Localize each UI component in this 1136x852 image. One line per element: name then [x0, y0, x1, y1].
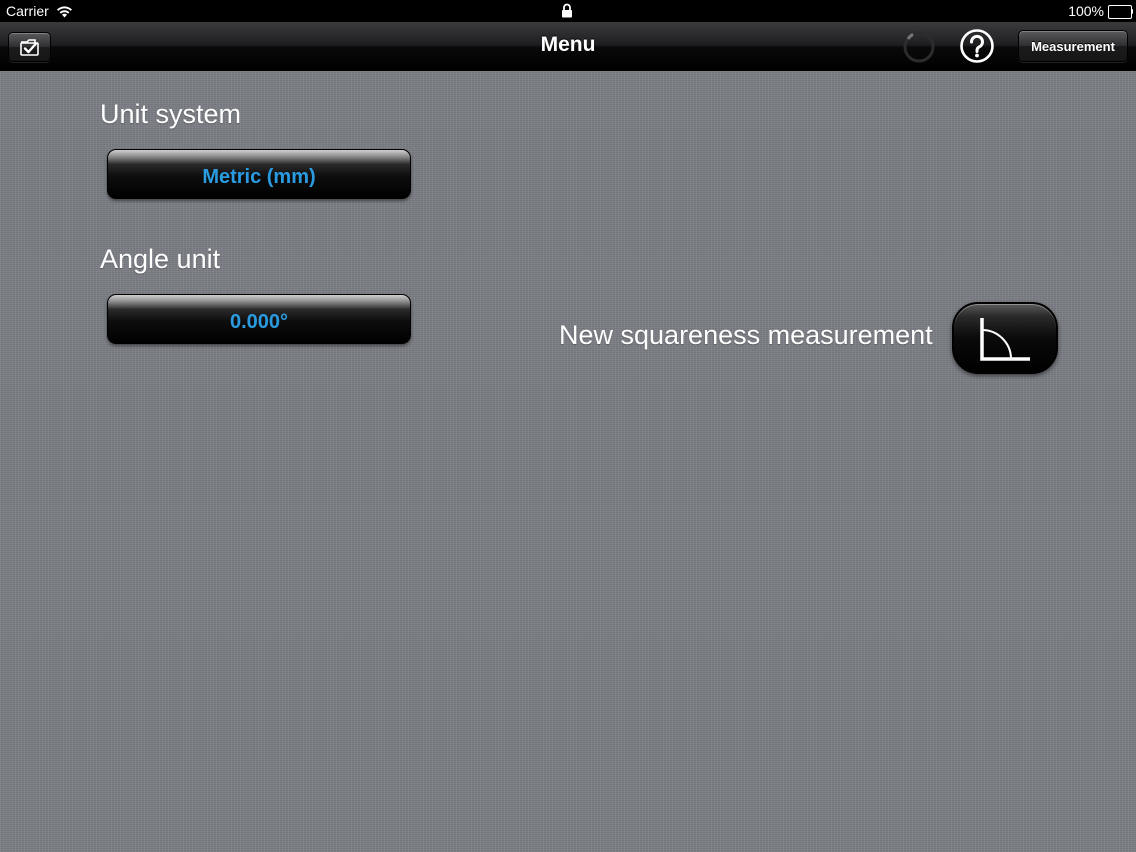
angle-unit-select[interactable]: 0.000°	[107, 294, 411, 344]
battery-icon	[1108, 5, 1133, 19]
new-squareness-label: New squareness measurement	[559, 320, 933, 350]
status-bar: Carrier 100%	[0, 0, 1136, 22]
battery-percent: 100%	[1068, 3, 1104, 19]
carrier-label: Carrier	[6, 3, 49, 19]
new-squareness-button[interactable]	[952, 302, 1058, 374]
lock-icon	[561, 3, 573, 18]
wifi-icon	[56, 5, 73, 18]
status-right: 100%	[1068, 3, 1133, 19]
activity-spinner-icon	[903, 31, 935, 63]
angle-unit-label: Angle unit	[100, 244, 221, 274]
status-left: Carrier	[6, 3, 73, 19]
right-angle-icon	[980, 318, 1030, 361]
measurement-button[interactable]: Measurement	[1018, 30, 1128, 62]
help-icon[interactable]	[959, 28, 995, 64]
unit-system-select[interactable]: Metric (mm)	[107, 149, 411, 199]
nav-bar: Menu Measurement	[0, 22, 1136, 71]
unit-system-label: Unit system	[100, 99, 242, 129]
